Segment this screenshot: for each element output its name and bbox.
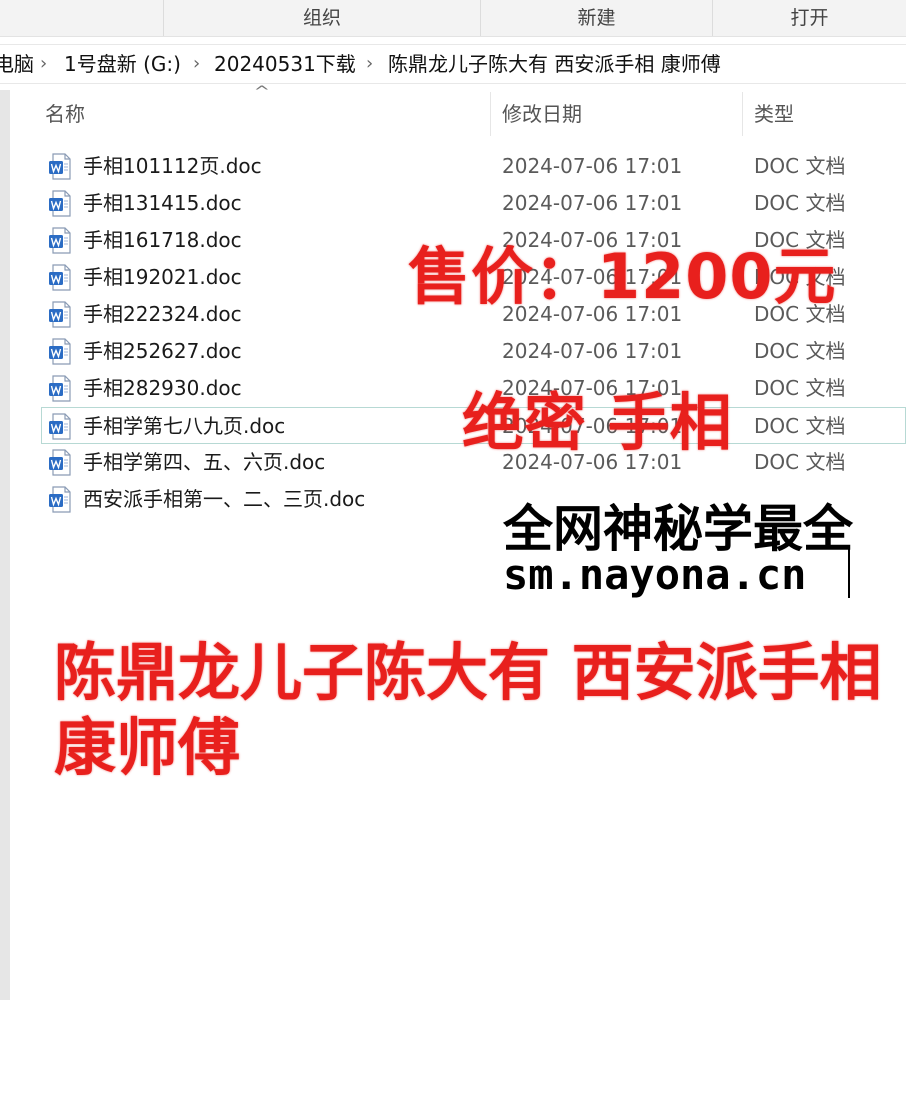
file-name[interactable]: 手相131415.doc [83, 185, 242, 222]
file-modified-date: 2024-07-06 17:01 [502, 154, 683, 178]
word-document-icon [49, 413, 71, 440]
file-row[interactable]: 手相252627.doc 2024-07-06 17:01 DOC 文档 [0, 333, 906, 370]
word-document-icon [49, 153, 71, 180]
word-document-icon [49, 338, 71, 365]
chevron-right-icon[interactable]: › [40, 45, 47, 83]
file-list: 手相101112页.doc 2024-07-06 17:01 DOC 文档 手相… [0, 148, 906, 518]
open-button[interactable]: 打开 [713, 0, 906, 36]
file-row[interactable]: 手相学第四、五、六页.doc 2024-07-06 17:01 DOC 文档 [0, 444, 906, 481]
promo-url-text: sm.nayona.cn [503, 550, 807, 599]
word-document-icon [49, 190, 71, 217]
word-document-icon [49, 486, 71, 513]
file-name[interactable]: 手相学第七八九页.doc [83, 408, 285, 445]
chevron-right-icon[interactable]: › [366, 45, 373, 83]
file-type: DOC 文档 [754, 414, 846, 438]
organize-button[interactable]: 组织 [164, 0, 480, 36]
file-name[interactable]: 手相192021.doc [83, 259, 242, 296]
address-bar[interactable]: 电脑 › 1号盘新 (G:) › 20240531下载 › 陈鼎龙儿子陈大有 西… [0, 44, 906, 84]
word-document-icon [49, 449, 71, 476]
file-modified-date: 2024-07-06 17:01 [502, 339, 683, 363]
column-divider[interactable] [742, 92, 743, 136]
breadcrumb-item-computer[interactable]: 电脑 [0, 45, 34, 83]
file-type: DOC 文档 [754, 450, 846, 474]
file-name[interactable]: 手相222324.doc [83, 296, 242, 333]
file-row[interactable]: 手相101112页.doc 2024-07-06 17:01 DOC 文档 [0, 148, 906, 185]
column-divider[interactable] [490, 92, 491, 136]
breadcrumb-item-download[interactable]: 20240531下载 [214, 45, 356, 83]
breadcrumb-item-drive[interactable]: 1号盘新 (G:) [64, 45, 181, 83]
word-document-icon [49, 301, 71, 328]
sort-ascending-icon: ^ [253, 84, 271, 100]
new-button[interactable]: 新建 [481, 0, 712, 36]
file-type: DOC 文档 [754, 191, 846, 215]
column-header-modified[interactable]: 修改日期 [502, 92, 582, 136]
secret-overlay-text: 绝密 手相 [462, 386, 732, 459]
price-overlay-text: 售价：1200元 [408, 240, 837, 313]
word-document-icon [49, 264, 71, 291]
file-type: DOC 文档 [754, 339, 846, 363]
command-ribbon: 组织 新建 打开 [0, 0, 906, 37]
file-modified-date: 2024-07-06 17:01 [502, 191, 683, 215]
column-header-name[interactable]: 名称 [45, 92, 85, 136]
chevron-right-icon[interactable]: › [193, 45, 200, 83]
file-row[interactable]: 手相131415.doc 2024-07-06 17:01 DOC 文档 [0, 185, 906, 222]
breadcrumb-item-current-folder[interactable]: 陈鼎龙儿子陈大有 西安派手相 康师傅 [388, 45, 721, 83]
title-overlay-line2: 康师傅 [54, 711, 241, 784]
file-name[interactable]: 手相101112页.doc [83, 148, 262, 185]
file-name[interactable]: 手相252627.doc [83, 333, 242, 370]
file-name[interactable]: 手相161718.doc [83, 222, 242, 259]
word-document-icon [49, 375, 71, 402]
file-type: DOC 文档 [754, 376, 846, 400]
file-row[interactable]: 手相282930.doc 2024-07-06 17:01 DOC 文档 [0, 370, 906, 407]
text-cursor [848, 546, 850, 598]
word-document-icon [49, 227, 71, 254]
file-type: DOC 文档 [754, 154, 846, 178]
file-name[interactable]: 手相学第四、五、六页.doc [83, 444, 325, 481]
file-name[interactable]: 西安派手相第一、二、三页.doc [83, 481, 365, 518]
file-name[interactable]: 手相282930.doc [83, 370, 242, 407]
column-header-type[interactable]: 类型 [754, 92, 794, 136]
